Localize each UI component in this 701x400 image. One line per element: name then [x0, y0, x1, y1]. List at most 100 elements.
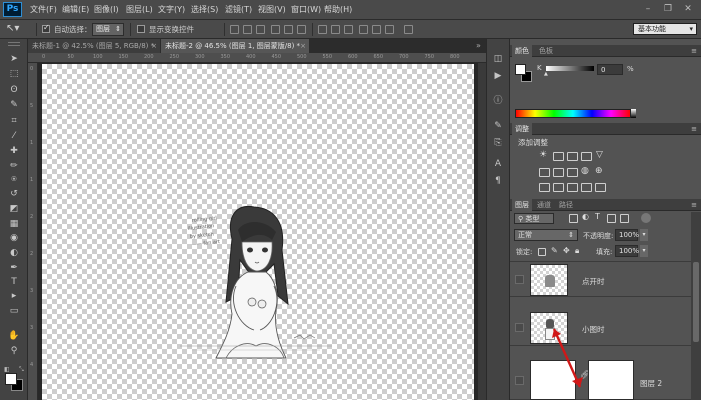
swap-colors-icon[interactable]: ⤡: [19, 366, 24, 374]
auto-select-dropdown[interactable]: 图层 ⇕: [92, 23, 124, 36]
restore-button[interactable]: ❐: [662, 3, 674, 15]
menu-image[interactable]: 图像(I): [94, 4, 119, 15]
type-icon[interactable]: T: [6, 276, 22, 289]
vibrance-icon[interactable]: ▽: [596, 150, 603, 160]
brightness-icon[interactable]: ☀: [539, 150, 547, 160]
menu-file[interactable]: 文件(F): [30, 4, 57, 15]
fill-dropdown-icon[interactable]: ▾: [640, 245, 648, 257]
lock-transparent-icon[interactable]: [538, 248, 546, 256]
move-tool-preset-icon[interactable]: ↖▾: [6, 23, 19, 34]
filter-pixel-icon[interactable]: [569, 214, 578, 223]
tab-color[interactable]: 颜色: [512, 45, 532, 57]
default-colors-icon[interactable]: ◧: [4, 366, 10, 373]
k-value-field[interactable]: 0: [597, 64, 623, 75]
pen-icon[interactable]: ✒: [6, 262, 22, 275]
layer-row[interactable]: 小图时: [510, 310, 691, 346]
foreground-color-swatch-top[interactable]: [5, 373, 17, 385]
zoom-icon[interactable]: ⚲: [6, 345, 22, 358]
distribute-vcenter-icon[interactable]: [331, 25, 340, 34]
show-transform-checkbox[interactable]: [137, 25, 145, 33]
visibility-toggle[interactable]: [515, 376, 524, 385]
tab-overflow-icon[interactable]: »: [476, 41, 481, 50]
color-spectrum-bar[interactable]: [515, 109, 631, 118]
move-icon[interactable]: ➤: [6, 53, 22, 66]
history-icon[interactable]: ◫: [491, 53, 505, 65]
invert-icon[interactable]: [539, 183, 550, 192]
character-icon[interactable]: A: [491, 158, 505, 170]
lock-position-icon[interactable]: ✥: [563, 246, 570, 255]
distribute-bottom-icon[interactable]: [344, 25, 353, 34]
quick-select-icon[interactable]: ✎: [6, 99, 22, 112]
document-tab-2[interactable]: 未标题-2 @ 46.5% (图层 1, 图层蒙版/8) * ×: [161, 39, 309, 53]
levels-icon[interactable]: [553, 152, 564, 161]
close-window-button[interactable]: ✕: [682, 3, 694, 15]
gradient-map-icon[interactable]: [581, 183, 592, 192]
layer-filter-dropdown[interactable]: ⚲ 类型: [514, 213, 554, 224]
layer-row[interactable]: 点开时: [510, 261, 691, 297]
opacity-dropdown-icon[interactable]: ▾: [640, 229, 648, 241]
history-brush-icon[interactable]: ↺: [6, 188, 22, 201]
crop-icon[interactable]: ⌗: [6, 115, 22, 128]
auto-select-checkbox[interactable]: [42, 23, 50, 33]
color-balance-icon[interactable]: [553, 168, 564, 177]
distribute-left-icon[interactable]: [359, 25, 368, 34]
align-top-icon[interactable]: [230, 25, 239, 34]
tab-swatches[interactable]: 色板: [536, 45, 556, 57]
gradient-icon[interactable]: ▦: [6, 218, 22, 231]
document-canvas[interactable]: rolling girl illustration by sketch —— f…: [42, 64, 474, 400]
foreground-color-chip[interactable]: [515, 64, 526, 75]
curves-icon[interactable]: [567, 152, 578, 161]
filter-type-icon[interactable]: T: [595, 212, 600, 221]
align-vcenter-icon[interactable]: [243, 25, 252, 34]
distribute-right-icon[interactable]: [385, 25, 394, 34]
filter-smart-icon[interactable]: [620, 214, 629, 223]
filter-shape-icon[interactable]: [607, 214, 616, 223]
eraser-icon[interactable]: ◩: [6, 203, 22, 216]
close-tab-icon[interactable]: ×: [300, 39, 306, 53]
distribute-top-icon[interactable]: [318, 25, 327, 34]
tab-paths[interactable]: 路径: [556, 199, 576, 211]
hand-icon[interactable]: ✋: [6, 330, 22, 343]
align-left-icon[interactable]: [271, 25, 280, 34]
layer-name[interactable]: 图层 2: [640, 378, 662, 389]
align-right-icon[interactable]: [297, 25, 306, 34]
panel-menu-icon[interactable]: ≡: [691, 199, 697, 211]
auto-align-icon[interactable]: [404, 25, 413, 34]
tab-adjustments[interactable]: 调整: [512, 123, 532, 135]
menu-layer[interactable]: 图层(L): [126, 4, 153, 15]
distribute-hcenter-icon[interactable]: [372, 25, 381, 34]
menu-filter[interactable]: 滤镜(T): [225, 4, 252, 15]
channel-mixer-icon[interactable]: ⊕: [595, 166, 603, 176]
menu-select[interactable]: 选择(S): [191, 4, 218, 15]
close-tab-icon[interactable]: ×: [151, 39, 157, 53]
menu-view[interactable]: 视图(V): [258, 4, 286, 15]
stamp-icon[interactable]: ⍟: [6, 174, 22, 187]
toolbar-grip-icon[interactable]: [8, 42, 20, 46]
tab-layers[interactable]: 图层: [512, 199, 532, 211]
layer-name[interactable]: 点开时: [582, 276, 605, 287]
eyedropper-icon[interactable]: ⁄: [6, 130, 22, 143]
blur-icon[interactable]: ◉: [6, 232, 22, 245]
exposure-icon[interactable]: [581, 152, 592, 161]
lock-all-icon[interactable]: 🔒︎: [575, 246, 579, 256]
panel-menu-icon[interactable]: ≡: [691, 123, 697, 135]
visibility-toggle[interactable]: [515, 323, 524, 332]
shape-icon[interactable]: ▭: [6, 305, 22, 318]
path-select-icon[interactable]: ▸: [6, 290, 22, 303]
brush-icon[interactable]: ✏: [6, 160, 22, 173]
marquee-icon[interactable]: ⬚: [6, 68, 22, 81]
opacity-field[interactable]: 100%: [615, 229, 639, 241]
hue-saturation-icon[interactable]: [539, 168, 550, 177]
actions-icon[interactable]: ▶: [491, 70, 505, 82]
info-icon[interactable]: ⓘ: [491, 95, 505, 107]
menu-edit[interactable]: 编辑(E): [62, 4, 89, 15]
layers-scrollbar-thumb[interactable]: [693, 262, 699, 342]
posterize-icon[interactable]: [553, 183, 564, 192]
healing-icon[interactable]: ✚: [6, 145, 22, 158]
menu-help[interactable]: 帮助(H): [324, 4, 352, 15]
align-bottom-icon[interactable]: [256, 25, 265, 34]
menu-type[interactable]: 文字(Y): [158, 4, 185, 15]
document-tab-1[interactable]: 未标题-1 @ 42.5% (图层 5, RGB/8) * ×: [28, 39, 160, 53]
align-hcenter-icon[interactable]: [284, 25, 293, 34]
panel-menu-icon[interactable]: ≡: [691, 45, 697, 57]
